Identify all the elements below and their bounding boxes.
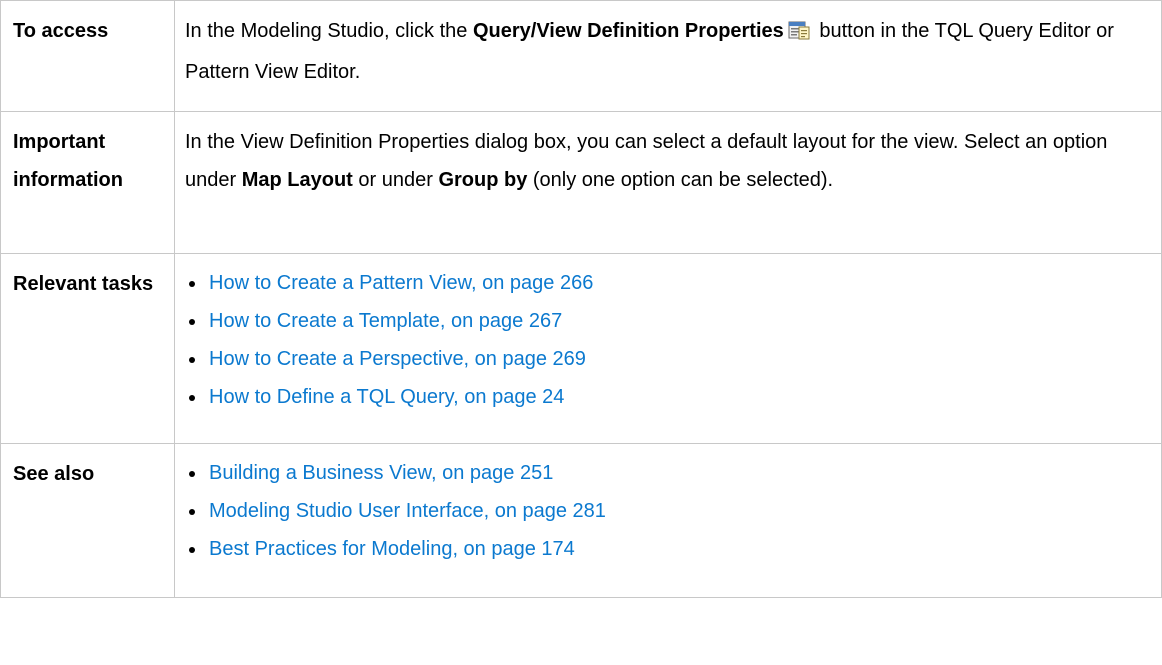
list-item: How to Define a TQL Query, on page 24: [185, 378, 1151, 416]
map-layout-label: Map Layout: [241, 169, 353, 191]
bullet-icon: [189, 319, 195, 325]
relevant-tasks-list: How to Create a Pattern View, on page 26…: [185, 264, 1151, 416]
row-see-also: See also Building a Business View, on pa…: [0, 443, 1162, 598]
link-define-tql-query[interactable]: How to Define a TQL Query, on page 24: [209, 386, 564, 408]
important-information-content: In the View Definition Properties dialog…: [174, 111, 1162, 254]
list-item: How to Create a Template, on page 267: [185, 302, 1151, 340]
bullet-icon: [189, 357, 195, 363]
bullet-icon: [189, 547, 195, 553]
bullet-icon: [189, 281, 195, 287]
row-relevant-tasks: Relevant tasks How to Create a Pattern V…: [0, 253, 1162, 444]
link-best-practices-modeling[interactable]: Best Practices for Modeling, on page 174: [209, 538, 575, 560]
list-item: Modeling Studio User Interface, on page …: [185, 492, 1151, 530]
link-building-business-view[interactable]: Building a Business View, on page 251: [209, 462, 553, 484]
link-create-template[interactable]: How to Create a Template, on page 267: [209, 310, 562, 332]
list-item: Best Practices for Modeling, on page 174: [185, 530, 1151, 568]
link-create-pattern-view[interactable]: How to Create a Pattern View, on page 26…: [209, 272, 593, 294]
to-access-content: In the Modeling Studio, click the Query/…: [174, 0, 1162, 112]
relevant-tasks-label: Relevant tasks: [0, 253, 175, 444]
group-by-label: Group by: [438, 169, 528, 191]
important-text-2: or under: [352, 169, 439, 191]
bullet-icon: [189, 395, 195, 401]
bullet-icon: [189, 471, 195, 477]
important-information-label: Important information: [0, 111, 175, 254]
properties-icon: [788, 15, 810, 53]
link-create-perspective[interactable]: How to Create a Perspective, on page 269: [209, 348, 586, 370]
row-to-access: To access In the Modeling Studio, click …: [0, 0, 1162, 112]
bullet-icon: [189, 509, 195, 515]
see-also-label: See also: [0, 443, 175, 598]
row-important-information: Important information In the View Defini…: [0, 111, 1162, 254]
list-item: How to Create a Perspective, on page 269: [185, 340, 1151, 378]
link-modeling-studio-ui[interactable]: Modeling Studio User Interface, on page …: [209, 500, 606, 522]
list-item: How to Create a Pattern View, on page 26…: [185, 264, 1151, 302]
to-access-text-1: In the Modeling Studio, click the: [185, 20, 473, 42]
see-also-list: Building a Business View, on page 251 Mo…: [185, 454, 1151, 568]
see-also-content: Building a Business View, on page 251 Mo…: [174, 443, 1162, 598]
to-access-label: To access: [0, 0, 175, 112]
list-item: Building a Business View, on page 251: [185, 454, 1151, 492]
info-table: To access In the Modeling Studio, click …: [0, 0, 1162, 598]
relevant-tasks-content: How to Create a Pattern View, on page 26…: [174, 253, 1162, 444]
query-view-definition-properties-label: Query/View Definition Properties: [472, 20, 784, 42]
important-text-3: (only one option can be selected).: [527, 169, 834, 191]
